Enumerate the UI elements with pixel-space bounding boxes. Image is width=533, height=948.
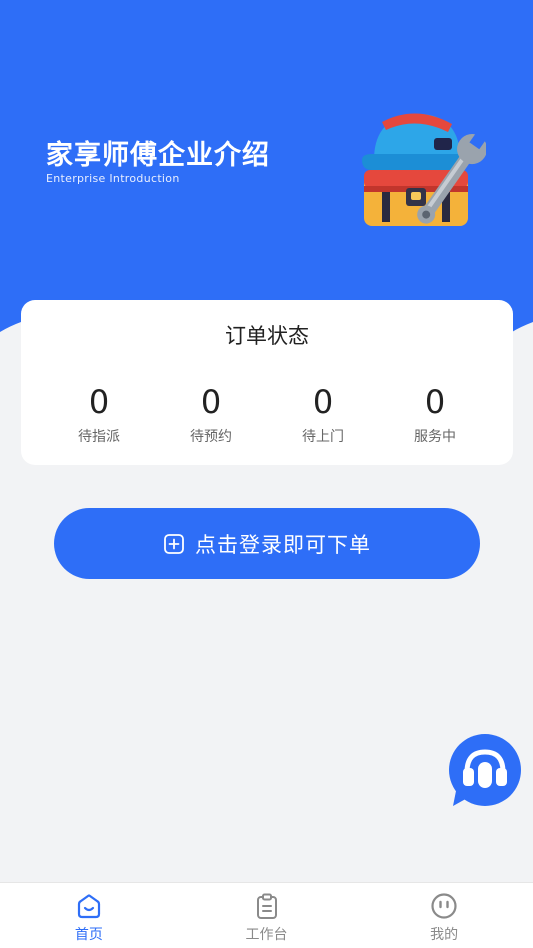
status-item-in-service[interactable]: 0 服务中 [379, 384, 491, 446]
plus-square-icon [163, 533, 185, 555]
login-button-label: 点击登录即可下单 [195, 532, 371, 557]
headset-icon [449, 734, 521, 806]
status-label: 待指派 [78, 429, 120, 445]
status-label: 服务中 [414, 429, 456, 445]
status-item-pending-assign[interactable]: 0 待指派 [43, 384, 155, 446]
order-status-card: 订单状态 0 待指派 0 待预约 0 待上门 0 服务中 [21, 300, 513, 465]
home-page: 家享师傅企业介绍 Enterprise Introduction 订单状态 0 … [0, 0, 533, 948]
status-label: 待上门 [302, 429, 344, 445]
tab-home[interactable]: 首页 [0, 883, 178, 948]
home-icon [75, 892, 103, 920]
helmet-toolbox-wrench-icon [356, 102, 486, 232]
customer-service-button[interactable] [447, 734, 523, 810]
order-status-list: 0 待指派 0 待预约 0 待上门 0 服务中 [43, 384, 491, 446]
order-status-title: 订单状态 [225, 324, 309, 348]
status-item-pending-appointment[interactable]: 0 待预约 [155, 384, 267, 446]
status-item-pending-visit[interactable]: 0 待上门 [267, 384, 379, 446]
hero-banner: 家享师傅企业介绍 Enterprise Introduction [0, 0, 533, 340]
status-label: 待预约 [190, 429, 232, 445]
tab-label: 首页 [74, 927, 103, 943]
login-to-order-button[interactable]: 点击登录即可下单 [54, 508, 480, 579]
tab-profile[interactable]: 我的 [355, 883, 533, 948]
status-count: 0 [88, 383, 110, 421]
hero-subtitle: Enterprise Introduction [46, 172, 180, 185]
profile-face-icon [430, 892, 458, 920]
clipboard-icon [253, 892, 281, 920]
tab-label: 我的 [430, 927, 459, 943]
status-count: 0 [200, 383, 222, 421]
status-count: 0 [312, 383, 334, 421]
hero-title: 家享师傅企业介绍 [46, 140, 270, 171]
tab-label: 工作台 [245, 927, 288, 943]
bottom-tab-bar: 首页 工作台 我的 [0, 882, 533, 948]
tab-workbench[interactable]: 工作台 [178, 883, 356, 948]
status-count: 0 [424, 383, 446, 421]
